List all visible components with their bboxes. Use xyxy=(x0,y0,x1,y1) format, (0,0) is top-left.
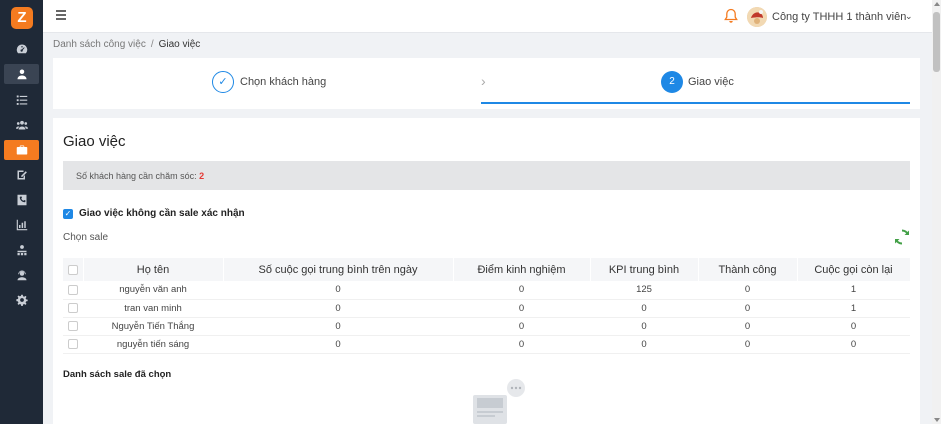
sale-table: Họ tên Số cuộc gọi trung bình trên ngày … xyxy=(63,258,911,354)
cell-success: 0 xyxy=(698,335,797,354)
row-checkbox-cell[interactable] xyxy=(63,317,83,336)
page-title: Giao việc xyxy=(63,133,126,150)
assign-card: Giao việc Số khách hàng cần chăm sóc: 2 … xyxy=(53,118,920,424)
breadcrumb-parent[interactable]: Danh sách công việc xyxy=(53,39,146,50)
table-row[interactable]: nguyễn tiến sáng 0 0 0 0 0 xyxy=(63,335,910,354)
cell-avg-calls: 0 xyxy=(223,281,453,300)
table-row[interactable]: Nguyễn Tiến Thắng 0 0 0 0 0 xyxy=(63,317,910,336)
choose-sale-label: Chọn sale xyxy=(63,232,109,243)
team-icon[interactable] xyxy=(4,240,39,260)
list-icon[interactable] xyxy=(4,90,39,110)
users-icon[interactable] xyxy=(4,115,39,135)
customer-count-value: 2 xyxy=(199,171,205,181)
cell-remaining: 0 xyxy=(797,335,910,354)
cell-experience: 0 xyxy=(453,299,590,318)
table-row[interactable]: nguyễn văn anh 0 0 125 0 1 xyxy=(63,281,910,300)
app-logo[interactable]: Z xyxy=(11,7,33,29)
breadcrumb: Danh sách công việc / Giao việc xyxy=(53,39,200,50)
stepper: ✓ Chọn khách hàng › 2 Giao việc xyxy=(53,58,920,109)
col-header-experience: Điểm kinh nghiệm xyxy=(453,258,591,281)
col-header-success: Thành công xyxy=(698,258,798,281)
col-header-kpi: KPI trung bình xyxy=(590,258,699,281)
cell-name: Nguyễn Tiến Thắng xyxy=(83,317,223,336)
cell-success: 0 xyxy=(698,317,797,336)
top-bar: Công ty THHH 1 thành viên ⌄ xyxy=(43,0,932,33)
cell-kpi: 0 xyxy=(590,335,698,354)
table-header-row: Họ tên Số cuộc gọi trung bình trên ngày … xyxy=(63,258,911,281)
row-checkbox-cell[interactable] xyxy=(63,299,83,318)
cell-experience: 0 xyxy=(453,335,590,354)
select-all-cell[interactable] xyxy=(63,258,84,281)
cell-success: 0 xyxy=(698,299,797,318)
row-checkbox-cell[interactable] xyxy=(63,281,83,300)
cell-remaining: 1 xyxy=(797,281,910,300)
sidebar: Z xyxy=(0,0,43,424)
page-scrollbar[interactable] xyxy=(932,0,941,424)
cell-name: nguyễn tiến sáng xyxy=(83,335,223,354)
cell-name: tran van minh xyxy=(83,299,223,318)
no-confirm-checkbox-row[interactable]: ✓ Giao việc không cần sale xác nhận xyxy=(63,208,245,219)
row-checkbox[interactable] xyxy=(68,284,78,295)
user-icon[interactable] xyxy=(4,64,39,84)
customer-count-box: Số khách hàng cần chăm sóc: 2 xyxy=(63,161,910,190)
cell-avg-calls: 0 xyxy=(223,335,453,354)
customer-count-label: Số khách hàng cần chăm sóc: xyxy=(76,171,200,181)
cell-experience: 0 xyxy=(453,317,590,336)
col-header-name: Họ tên xyxy=(83,258,224,281)
cell-kpi: 0 xyxy=(590,299,698,318)
breadcrumb-separator: / xyxy=(150,39,154,50)
cell-name: nguyễn văn anh xyxy=(83,281,223,300)
active-step-indicator xyxy=(481,102,910,104)
hamburger-icon[interactable] xyxy=(56,10,66,20)
select-all-checkbox[interactable] xyxy=(67,264,78,275)
table-row[interactable]: tran van minh 0 0 0 0 1 xyxy=(63,299,910,318)
cell-experience: 0 xyxy=(453,281,590,300)
cell-kpi: 125 xyxy=(590,281,698,300)
refresh-icon[interactable] xyxy=(893,228,911,246)
step-2-number[interactable]: 2 xyxy=(661,71,683,93)
cell-remaining: 0 xyxy=(797,317,910,336)
cell-avg-calls: 0 xyxy=(223,299,453,318)
cell-kpi: 0 xyxy=(590,317,698,336)
dashboard-icon[interactable] xyxy=(4,39,39,59)
chart-icon[interactable] xyxy=(4,215,39,235)
step-1-label[interactable]: Chọn khách hàng xyxy=(240,76,326,88)
row-checkbox-cell[interactable] xyxy=(63,335,83,354)
cell-avg-calls: 0 xyxy=(223,317,453,336)
scroll-thumb[interactable] xyxy=(933,12,940,72)
bell-icon[interactable] xyxy=(723,8,739,24)
empty-list-icon xyxy=(463,379,533,424)
cell-remaining: 1 xyxy=(797,299,910,318)
cell-success: 0 xyxy=(698,281,797,300)
avatar[interactable] xyxy=(747,7,767,27)
row-checkbox[interactable] xyxy=(68,302,78,313)
step-1-check-icon[interactable]: ✓ xyxy=(212,71,234,93)
selected-sales-title: Danh sách sale đã chọn xyxy=(63,369,172,380)
support-icon[interactable] xyxy=(4,265,39,285)
scroll-up-arrow-icon[interactable] xyxy=(934,2,940,6)
breadcrumb-current: Giao việc xyxy=(158,39,201,50)
no-confirm-checkbox-label[interactable]: Giao việc không cần sale xác nhận xyxy=(79,208,245,219)
step-2-label[interactable]: Giao việc xyxy=(688,76,734,88)
chevron-down-icon[interactable]: ⌄ xyxy=(905,11,913,22)
company-name[interactable]: Công ty THHH 1 thành viên xyxy=(772,11,906,23)
phone-icon[interactable] xyxy=(4,190,39,210)
no-confirm-checkbox[interactable]: ✓ xyxy=(63,208,73,219)
settings-icon[interactable] xyxy=(4,290,39,310)
scroll-down-arrow-icon[interactable] xyxy=(934,418,940,422)
row-checkbox[interactable] xyxy=(68,320,78,331)
briefcase-icon[interactable] xyxy=(4,140,39,160)
edit-icon[interactable] xyxy=(4,165,39,185)
col-header-remaining: Cuộc gọi còn lại xyxy=(797,258,911,281)
col-header-avg-calls: Số cuộc gọi trung bình trên ngày xyxy=(223,258,454,281)
chevron-right-icon: › xyxy=(481,73,486,89)
row-checkbox[interactable] xyxy=(68,338,78,349)
